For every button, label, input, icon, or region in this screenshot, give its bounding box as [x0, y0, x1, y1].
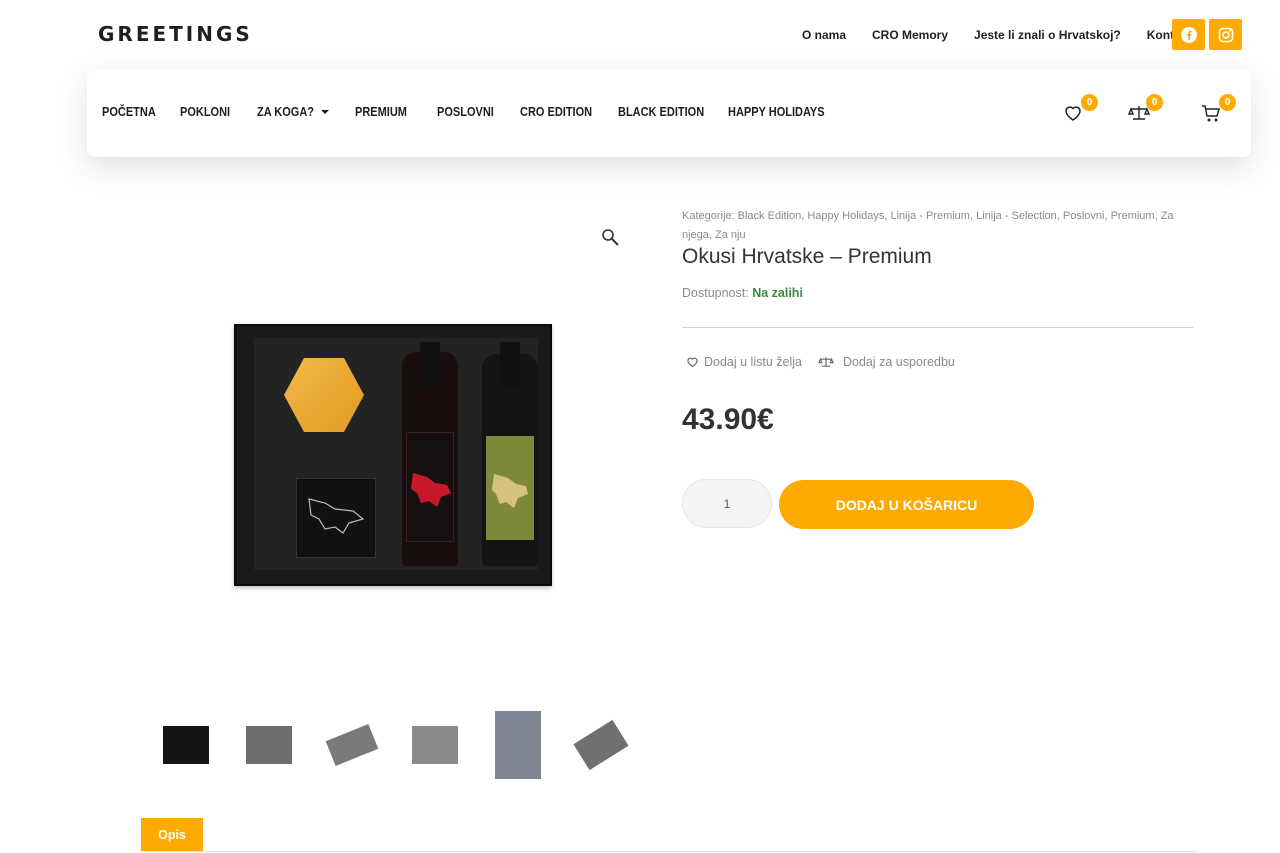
- instagram-icon: [1218, 27, 1233, 42]
- nav-item-poslovni[interactable]: POSLOVNI: [437, 105, 510, 119]
- instagram-button[interactable]: [1209, 19, 1242, 50]
- top-links: O nama CRO Memory Jeste li znali o Hrvat…: [802, 28, 1191, 42]
- nav-item-pokloni[interactable]: POKLONI: [180, 105, 248, 119]
- add-to-compare-label: Dodaj za usporedbu: [843, 355, 955, 369]
- scale-small-icon: [818, 357, 834, 367]
- main-menu: POČETNA POKLONI ZA KOGA? PREMIUM POSLOVN…: [102, 105, 848, 119]
- product-price: 43.90€: [682, 403, 774, 436]
- zoom-button[interactable]: [601, 228, 619, 251]
- thumbnail-1[interactable]: [160, 708, 212, 782]
- site-logo[interactable]: GREETINGS: [98, 22, 253, 46]
- product-categories: Kategorije: Black Edition, Happy Holiday…: [682, 210, 1174, 241]
- top-link-cro-memory[interactable]: CRO Memory: [872, 28, 948, 42]
- wishlist-button[interactable]: 0: [1063, 94, 1098, 127]
- olive-oil-bottle-image: [482, 342, 538, 566]
- nav-item-premium[interactable]: PREMIUM: [355, 105, 427, 119]
- thumbnail-4[interactable]: [409, 708, 461, 782]
- croatia-map-red-icon: [411, 473, 451, 507]
- top-link-o-nama[interactable]: O nama: [802, 28, 846, 42]
- product-main-image[interactable]: [234, 324, 552, 586]
- thumbnail-5[interactable]: [492, 708, 544, 782]
- croatia-map-icon: [308, 498, 365, 534]
- tab-underline: [141, 851, 1197, 852]
- cart-icon: [1202, 105, 1220, 122]
- nav-item-pocetna[interactable]: POČETNA: [102, 105, 171, 119]
- stock-label: Dostupnost:: [682, 286, 749, 300]
- magnifier-icon: [602, 229, 619, 246]
- olive-oil-bottle-label: [486, 436, 534, 540]
- add-to-wishlist-label: Dodaj u listu želja: [704, 355, 802, 369]
- nav-item-za-koga[interactable]: ZA KOGA?: [257, 105, 355, 119]
- tab-description[interactable]: Opis: [141, 818, 203, 852]
- heart-outline-icon: [687, 357, 698, 368]
- main-nav-card: POČETNA POKLONI ZA KOGA? PREMIUM POSLOVN…: [87, 69, 1251, 157]
- nav-item-za-koga-label: ZA KOGA?: [257, 105, 315, 119]
- top-link-jeste-li-znali[interactable]: Jeste li znali o Hrvatskoj?: [974, 28, 1121, 42]
- thumbnail-3[interactable]: [325, 708, 379, 782]
- wishlist-count-badge: 0: [1081, 94, 1098, 111]
- nav-item-cro-edition[interactable]: CRO EDITION: [520, 105, 606, 119]
- stock-value: Na zalihi: [752, 286, 803, 300]
- cart-count-badge: 0: [1219, 94, 1236, 111]
- honey-jar-image: [284, 358, 364, 432]
- thumbnail-2[interactable]: [243, 708, 295, 782]
- thumbnail-6[interactable]: [573, 708, 629, 782]
- small-box-image: [296, 478, 376, 558]
- chevron-down-icon: [320, 110, 329, 114]
- compare-count-badge: 0: [1146, 94, 1163, 111]
- compare-button[interactable]: 0: [1127, 94, 1163, 127]
- add-to-cart-button[interactable]: DODAJ U KOŠARICU: [779, 480, 1034, 529]
- cart-button[interactable]: 0: [1201, 94, 1236, 127]
- nav-item-black-edition[interactable]: BLACK EDITION: [618, 105, 715, 119]
- wine-bottle-image: [402, 342, 458, 566]
- facebook-button[interactable]: [1172, 19, 1205, 50]
- facebook-icon: [1180, 26, 1197, 43]
- stock-status: Dostupnost: Na zalihi: [682, 286, 803, 300]
- croatia-map-gold-icon: [492, 474, 528, 508]
- wine-bottle-label: [406, 432, 454, 542]
- nav-item-happy-holidays[interactable]: HAPPY HOLIDAYS: [728, 105, 834, 119]
- add-to-wishlist-link[interactable]: Dodaj u listu želja: [686, 355, 802, 369]
- heart-icon: [1065, 106, 1081, 121]
- details-divider: [682, 327, 1193, 328]
- quantity-input[interactable]: [682, 479, 772, 528]
- gift-box-interior: [254, 338, 538, 570]
- product-title: Okusi Hrvatske – Premium: [682, 245, 932, 268]
- add-to-compare-link[interactable]: Dodaj za usporedbu: [818, 355, 955, 369]
